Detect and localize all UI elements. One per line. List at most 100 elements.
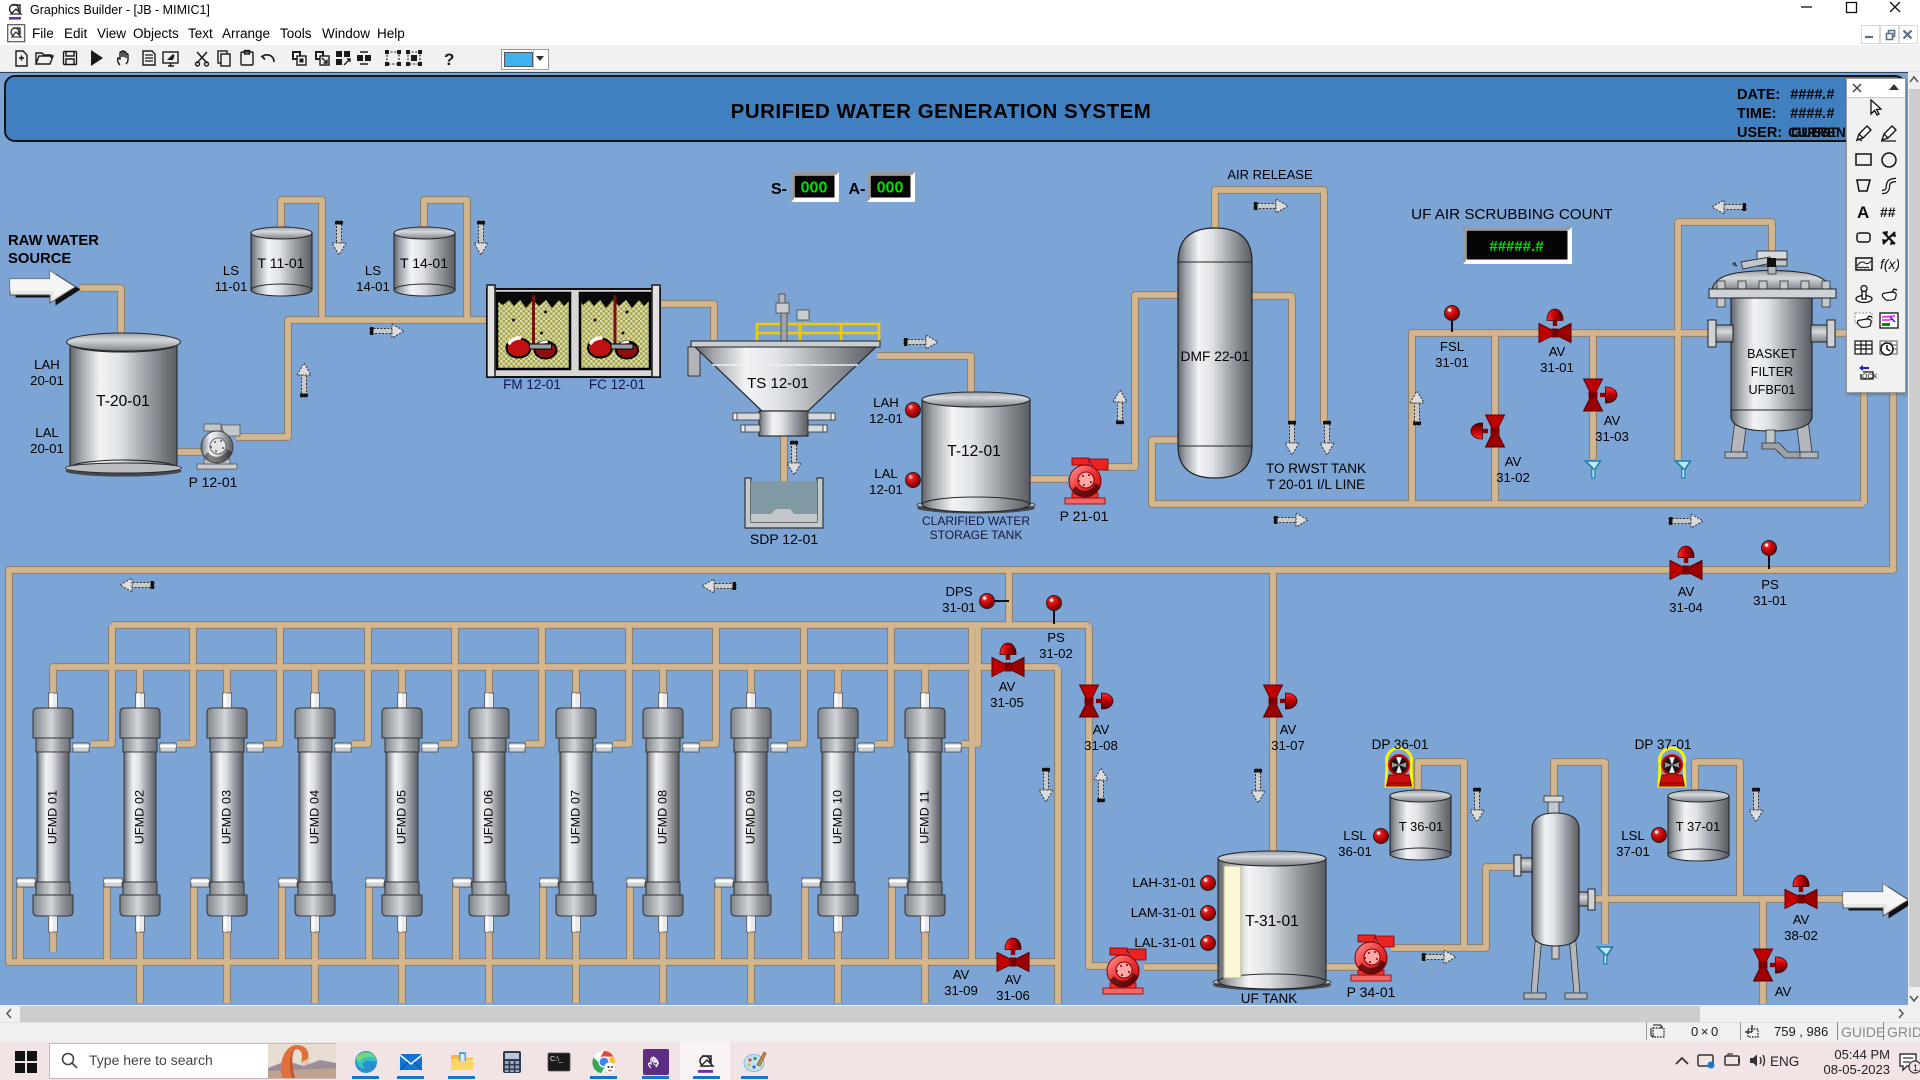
svg-text:UFMD 11: UFMD 11 [917, 790, 931, 844]
svg-text:RAW WATER: RAW WATER [8, 233, 99, 249]
svg-text:LS: LS [223, 263, 239, 278]
svg-text:PS: PS [1761, 577, 1779, 592]
svg-text:UF AIR SCRUBBING COUNT: UF AIR SCRUBBING COUNT [1411, 206, 1613, 223]
svg-text:AV: AV [1280, 722, 1297, 737]
svg-text:DP 37-01: DP 37-01 [1635, 737, 1692, 752]
svg-text:S-: S- [771, 181, 787, 198]
svg-text:T 37-01: T 37-01 [1676, 819, 1721, 834]
svg-text:LAL: LAL [35, 425, 58, 440]
svg-text:LAL: LAL [874, 466, 897, 481]
svg-text:USER:: USER: [1737, 125, 1782, 141]
svg-text:AV: AV [1775, 984, 1792, 999]
svg-text:AV: AV [1505, 454, 1522, 469]
svg-text:CLARIFIED WATER: CLARIFIED WATER [922, 514, 1030, 528]
svg-text:31-06: 31-06 [996, 988, 1030, 1003]
svg-text:SDP 12-01: SDP 12-01 [750, 531, 818, 547]
svg-text:BASKET: BASKET [1747, 347, 1797, 361]
svg-text:1: 1 [1913, 1063, 1918, 1073]
svg-text:LAM-31-01: LAM-31-01 [1131, 905, 1196, 920]
svg-text:31-09: 31-09 [944, 983, 978, 998]
svg-text:LAH-31-01: LAH-31-01 [1132, 875, 1196, 890]
svg-text:UFMD 06: UFMD 06 [481, 790, 495, 844]
svg-text:LAH: LAH [873, 395, 899, 410]
svg-text:DP 36-01: DP 36-01 [1372, 737, 1429, 752]
svg-text:11-01: 11-01 [215, 279, 248, 294]
svg-text:31-08: 31-08 [1084, 738, 1118, 753]
svg-text:AIR RELEASE: AIR RELEASE [1227, 167, 1313, 182]
svg-text:T 20-01 I/L LINE: T 20-01 I/L LINE [1267, 477, 1365, 492]
svg-text:000: 000 [801, 180, 828, 197]
svg-text:T 11-01: T 11-01 [258, 255, 305, 271]
svg-text:36-01: 36-01 [1338, 844, 1372, 859]
svg-text:31-02: 31-02 [1496, 470, 1530, 485]
svg-text:T-20-01: T-20-01 [96, 393, 149, 410]
svg-text:AV: AV [1093, 722, 1110, 737]
svg-text:UFMD 05: UFMD 05 [394, 790, 408, 844]
svg-text:37-01: 37-01 [1616, 844, 1650, 859]
svg-text:DPS: DPS [945, 584, 972, 599]
svg-text:DMF 22-01: DMF 22-01 [1180, 349, 1249, 364]
svg-text:FM 12-01: FM 12-01 [503, 377, 561, 392]
svg-text:20-01: 20-01 [30, 373, 64, 388]
svg-text:LSL: LSL [1621, 828, 1644, 843]
svg-text:DATE:: DATE: [1737, 87, 1780, 103]
svg-text:UF TANK: UF TANK [1241, 991, 1298, 1006]
svg-text:P 12-01: P 12-01 [189, 474, 238, 490]
svg-text:31-01: 31-01 [942, 600, 976, 615]
svg-text:LAL-31-01: LAL-31-01 [1134, 935, 1196, 950]
svg-text:TIME:: TIME: [1737, 106, 1776, 122]
svg-text:FILTER: FILTER [1751, 365, 1793, 379]
svg-text:UFMD 01: UFMD 01 [45, 790, 59, 844]
svg-text:P 34-01: P 34-01 [1347, 984, 1396, 1000]
svg-text:A: A [1857, 203, 1869, 222]
svg-text:f(x): f(x) [1880, 256, 1899, 272]
svg-text:UFMD 09: UFMD 09 [743, 790, 757, 844]
svg-text:T-12-01: T-12-01 [947, 443, 1000, 460]
svg-text:UFMD 08: UFMD 08 [655, 790, 669, 844]
svg-text:31-01: 31-01 [1753, 593, 1787, 608]
svg-text:14-01: 14-01 [356, 279, 390, 294]
svg-text:#####.#: #####.# [1489, 238, 1544, 255]
svg-text:TO RWST TANK: TO RWST TANK [1266, 461, 1366, 476]
svg-text:31-01: 31-01 [1435, 355, 1469, 370]
svg-text:UFMD 03: UFMD 03 [219, 790, 233, 844]
svg-text:31-02: 31-02 [1039, 646, 1073, 661]
svg-text:TS 12-01: TS 12-01 [747, 375, 809, 392]
svg-text:31-07: 31-07 [1271, 738, 1305, 753]
svg-text:C:\_: C:\_ [550, 1056, 563, 1063]
svg-text:31-05: 31-05 [990, 695, 1024, 710]
svg-text:LS: LS [365, 263, 381, 278]
svg-text:T-31-01: T-31-01 [1245, 913, 1298, 930]
svg-text:FSL: FSL [1440, 339, 1464, 354]
svg-text:SOURCE: SOURCE [8, 251, 71, 267]
svg-text:PS: PS [1047, 630, 1065, 645]
svg-text:AV: AV [1678, 584, 1695, 599]
svg-text:000: 000 [877, 180, 904, 197]
svg-text:UFMD 10: UFMD 10 [830, 790, 844, 844]
svg-text:?: ? [444, 50, 454, 69]
svg-text:FC 12-01: FC 12-01 [589, 377, 645, 392]
svg-text:P 21-01: P 21-01 [1060, 508, 1109, 524]
svg-text:UFBF01: UFBF01 [1749, 383, 1796, 397]
svg-text:A-: A- [849, 181, 866, 198]
svg-text:31-04: 31-04 [1669, 600, 1703, 615]
svg-text:PURIFIED WATER GENERATION SYST: PURIFIED WATER GENERATION SYSTEM [731, 100, 1152, 123]
svg-text:LAH: LAH [34, 357, 60, 372]
svg-text:T 36-01: T 36-01 [1399, 819, 1444, 834]
svg-text:OCX: OCX [1862, 374, 1877, 381]
svg-text:####.#: ####.# [1790, 106, 1835, 122]
svg-text:LSL: LSL [1343, 828, 1366, 843]
svg-text:31-01: 31-01 [1540, 360, 1574, 375]
svg-text:38-02: 38-02 [1784, 928, 1818, 943]
svg-text:STORAGE TANK: STORAGE TANK [930, 528, 1023, 542]
svg-text:####.#: ####.# [1790, 87, 1835, 103]
svg-text:12-01: 12-01 [869, 482, 903, 497]
svg-text:31-03: 31-03 [1595, 429, 1629, 444]
svg-text:##: ## [1880, 204, 1896, 220]
svg-text:AV: AV [1549, 344, 1566, 359]
svg-text:AV: AV [953, 967, 970, 982]
svg-text:12-01: 12-01 [869, 411, 903, 426]
svg-text:AV: AV [1005, 972, 1022, 987]
svg-text:AV: AV [999, 679, 1016, 694]
svg-text:AV: AV [1793, 912, 1810, 927]
